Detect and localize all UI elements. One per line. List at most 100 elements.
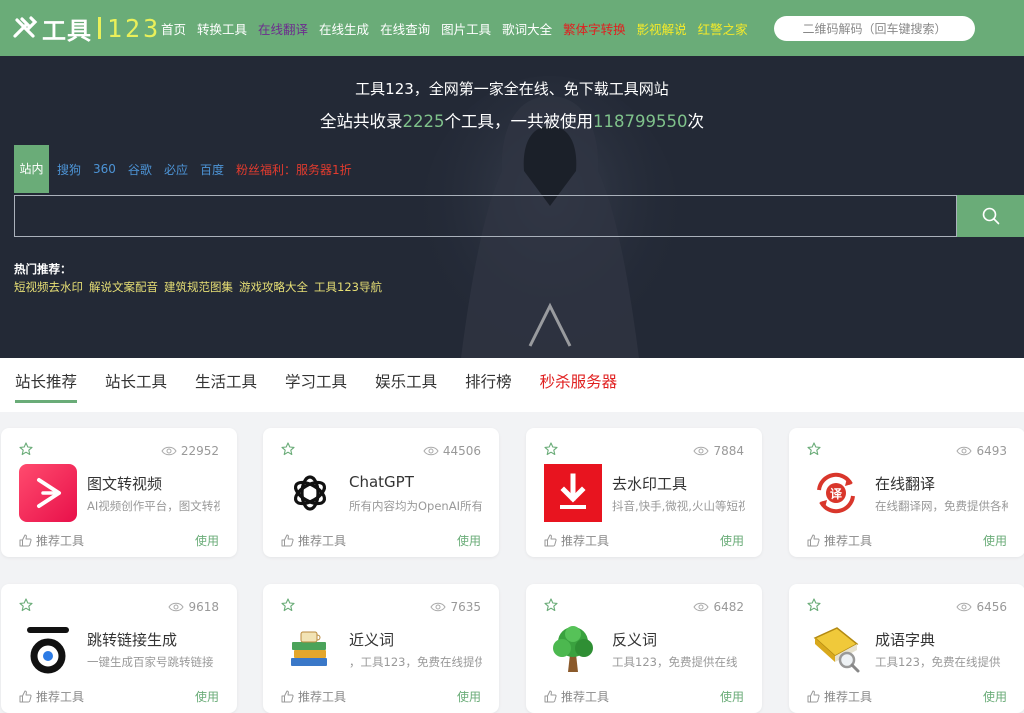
recommend-tool[interactable]: 推荐工具 (19, 532, 84, 549)
tool-desc: 工具123，免费提供在线 (612, 655, 738, 669)
use-button[interactable]: 使用 (983, 532, 1007, 549)
engine-tab-baidu[interactable]: 百度 (200, 161, 224, 178)
download-icon (544, 464, 602, 522)
logo-text: 工具 (42, 16, 92, 45)
view-count: 22952 (161, 444, 219, 458)
tool-desc: AI视频创作平台，图文转视频 (87, 499, 220, 513)
tool-card[interactable]: 7635 近义词 ，工具123，免费在线提供 推荐工具 使用 (263, 584, 499, 713)
view-count-value: 7884 (713, 444, 744, 458)
qr-decode-input[interactable] (774, 16, 975, 41)
view-count-value: 6493 (976, 444, 1007, 458)
star-icon[interactable] (281, 442, 295, 456)
tool-name: 去水印工具 (612, 475, 688, 493)
openai-icon (281, 464, 339, 522)
tab-rankings[interactable]: 排行榜 (465, 370, 512, 403)
nav-lyrics[interactable]: 歌词大全 (502, 19, 552, 38)
logo-divider (98, 17, 101, 39)
tool-desc: 所有内容均为OpenAI所有 (349, 499, 482, 513)
tab-flash-sale-servers[interactable]: 秒杀服务器 (540, 370, 618, 403)
nav-home[interactable]: 首页 (161, 19, 186, 38)
recommend-label: 推荐工具 (824, 534, 873, 548)
tool-card[interactable]: 9618 跳转链接生成 一键生成百家号跳转链接 推荐工具 使用 (1, 584, 237, 713)
view-count: 9618 (168, 600, 219, 614)
star-icon[interactable] (281, 598, 295, 612)
recommend-tool[interactable]: 推荐工具 (544, 532, 609, 549)
tab-webmaster-tools[interactable]: 站长工具 (105, 370, 167, 403)
star-icon[interactable] (807, 598, 821, 612)
engine-tab-google[interactable]: 谷歌 (128, 161, 152, 178)
dictionary-icon (807, 620, 865, 678)
hot-link[interactable]: 工具123导航 (314, 279, 382, 295)
engine-tab-sogou[interactable]: 搜狗 (57, 161, 81, 178)
tool-card[interactable]: 6456 成语字典 工具123，免费在线提供 推荐工具 使用 (789, 584, 1024, 713)
nav-movie-commentary[interactable]: 影视解说 (637, 19, 687, 38)
hot-link[interactable]: 游戏攻略大全 (239, 279, 308, 295)
tab-webmaster-recommend[interactable]: 站长推荐 (15, 370, 78, 403)
thumbs-up-icon (807, 534, 820, 547)
star-icon[interactable] (19, 442, 33, 456)
view-count-value: 9618 (188, 600, 219, 614)
hot-link[interactable]: 建筑规范图集 (164, 279, 233, 295)
server-promo-link[interactable]: 粉丝福利：服务器1折 (236, 161, 352, 178)
use-button[interactable]: 使用 (195, 532, 219, 549)
view-count: 6482 (693, 600, 744, 614)
tool-card[interactable]: 6482 反义词 工具123，免费提供在线 推荐工具 使用 (526, 584, 762, 713)
recommend-tool[interactable]: 推荐工具 (807, 688, 872, 705)
books-icon (281, 620, 339, 678)
view-count: 6493 (956, 444, 1007, 458)
thumbs-up-icon (544, 534, 557, 547)
main-nav: 首页 转换工具 在线翻译 在线生成 在线查询 图片工具 歌词大全 繁体字转换 影… (161, 19, 759, 38)
engine-tab-bing[interactable]: 必应 (164, 161, 188, 178)
recommend-tool[interactable]: 推荐工具 (19, 688, 84, 705)
use-button[interactable]: 使用 (720, 532, 744, 549)
recommend-label: 推荐工具 (36, 534, 85, 548)
stats-prefix: 全站共收录 (320, 112, 403, 131)
recommend-tool[interactable]: 推荐工具 (544, 688, 609, 705)
nav-convert-tools[interactable]: 转换工具 (197, 19, 247, 38)
star-icon[interactable] (544, 442, 558, 456)
tool-card[interactable]: 7884 去水印工具 抖音,快手,微视,火山等短视频 推荐工具 使用 (526, 428, 762, 557)
recommend-tool[interactable]: 推荐工具 (281, 532, 346, 549)
nav-image-tools[interactable]: 图片工具 (441, 19, 491, 38)
tool-count: 2225 (402, 112, 445, 131)
view-count-value: 6482 (713, 600, 744, 614)
thumbs-up-icon (281, 534, 294, 547)
tool-card[interactable]: 6493 译 在线翻译 在线翻译网，免费提供各种语言 推荐工具 使用 (789, 428, 1024, 557)
nav-traditional-chinese[interactable]: 繁体字转换 (563, 19, 626, 38)
site-logo[interactable]: 工具 123 (12, 10, 161, 46)
engine-tab-site[interactable]: 站内 (14, 145, 49, 193)
nav-red-alert[interactable]: 红警之家 (698, 19, 748, 38)
star-icon[interactable] (19, 598, 33, 612)
tab-life-tools[interactable]: 生活工具 (195, 370, 257, 403)
tool-desc: ，工具123，免费在线提供 (349, 655, 482, 669)
tool-name: ChatGPT (349, 473, 414, 491)
engine-tab-360[interactable]: 360 (93, 162, 116, 176)
use-button[interactable]: 使用 (195, 688, 219, 705)
search-button[interactable] (957, 195, 1024, 237)
recommend-tool[interactable]: 推荐工具 (281, 688, 346, 705)
main-search-input[interactable] (15, 196, 956, 236)
recommend-tool[interactable]: 推荐工具 (807, 532, 872, 549)
hot-link[interactable]: 短视频去水印 (14, 279, 83, 295)
nav-translate[interactable]: 在线翻译 (258, 19, 308, 38)
tab-entertainment-tools[interactable]: 娱乐工具 (375, 370, 437, 403)
tool-card[interactable]: 22952 图文转视频 AI视频创作平台，图文转视频 推荐工具 使用 (1, 428, 237, 557)
tool-card[interactable]: 44506 ChatGPT 所有内容均为OpenAI所有 推荐工具 使用 (263, 428, 499, 557)
use-button[interactable]: 使用 (983, 688, 1007, 705)
star-icon[interactable] (807, 442, 821, 456)
tool-desc: 一键生成百家号跳转链接 (87, 655, 214, 669)
view-count: 7635 (430, 600, 481, 614)
use-button[interactable]: 使用 (457, 532, 481, 549)
nav-query[interactable]: 在线查询 (380, 19, 430, 38)
use-button[interactable]: 使用 (720, 688, 744, 705)
tool-desc: 在线翻译网，免费提供各种语言 (875, 499, 1008, 513)
star-icon[interactable] (544, 598, 558, 612)
tab-study-tools[interactable]: 学习工具 (285, 370, 347, 403)
use-button[interactable]: 使用 (457, 688, 481, 705)
hot-link[interactable]: 解说文案配音 (89, 279, 158, 295)
tool-desc: 工具123，免费在线提供 (875, 655, 1001, 669)
view-count-value: 44506 (442, 444, 481, 458)
nav-generate[interactable]: 在线生成 (319, 19, 369, 38)
view-count: 6456 (956, 600, 1007, 614)
search-icon (982, 207, 999, 225)
